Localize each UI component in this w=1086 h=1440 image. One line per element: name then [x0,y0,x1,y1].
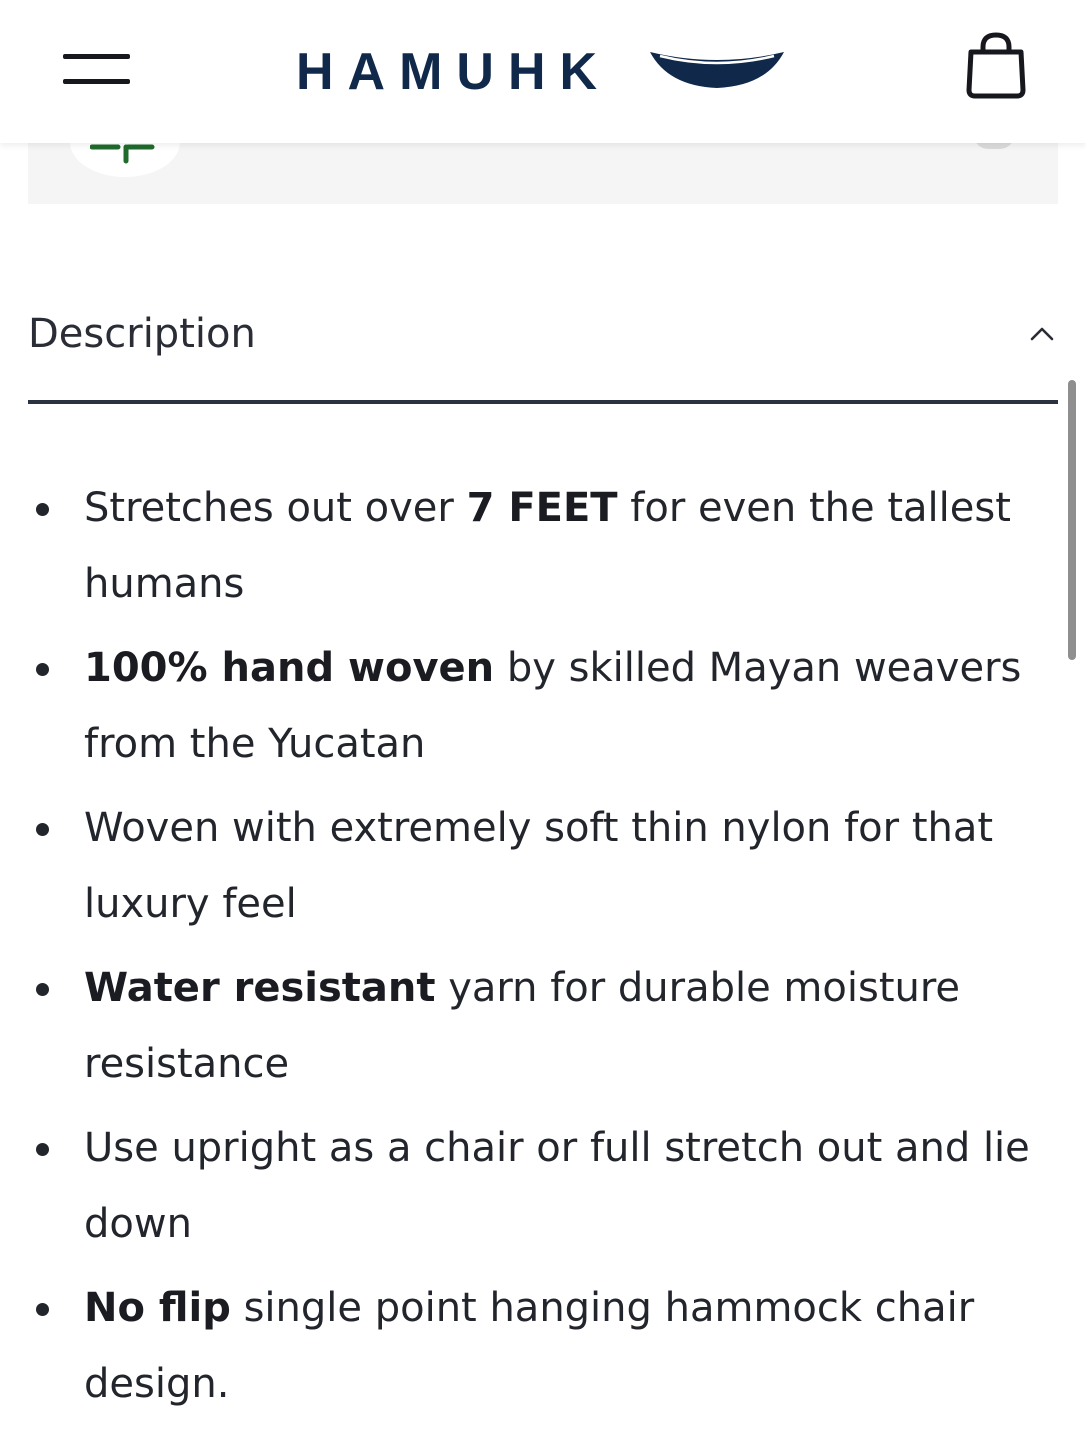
bullet-icon [36,1143,49,1156]
list-item: No flip single point hanging hammock cha… [28,1270,1038,1422]
previous-section-panel [28,107,1058,204]
feature-list: Stretches out over 7 FEET for even the t… [28,470,1038,1430]
feature-emphasis: Water resistant [84,965,436,1011]
feature-text: Use upright as a chair or full stretch o… [84,1125,1030,1247]
chevron-up-icon[interactable] [1028,322,1056,344]
description-accordion-header[interactable]: Description [28,300,1058,370]
list-item: Woven with extremely soft thin nylon for… [28,790,1038,942]
site-header: HAMUHK [0,0,1086,143]
logo-text: HAMUHK [296,43,612,101]
description-title: Description [28,311,256,357]
brand-logo[interactable]: HAMUHK [296,40,796,104]
feature-text: Woven with extremely soft thin nylon for… [84,805,994,927]
feature-emphasis: 100% hand woven [84,645,495,691]
list-item: 100% hand woven by skilled Mayan weavers… [28,630,1038,782]
feature-emphasis: No flip [84,1285,231,1331]
list-item: Use upright as a chair or full stretch o… [28,1110,1038,1262]
bullet-icon [36,1303,49,1316]
hammock-logo-icon [650,52,784,88]
list-item: Stretches out over 7 FEET for even the t… [28,470,1038,622]
hamburger-menu-icon[interactable] [58,48,136,90]
shopping-bag-icon[interactable] [958,28,1034,106]
bullet-icon [36,983,49,996]
list-item: Water resistant yarn for durable moistur… [28,950,1038,1102]
scrollbar[interactable] [1068,380,1076,660]
bullet-icon [36,823,49,836]
bullet-icon [36,663,49,676]
description-divider [28,400,1058,404]
feature-text: Stretches out over [84,485,467,531]
bullet-icon [36,503,49,516]
feature-emphasis: 7 FEET [466,485,618,531]
